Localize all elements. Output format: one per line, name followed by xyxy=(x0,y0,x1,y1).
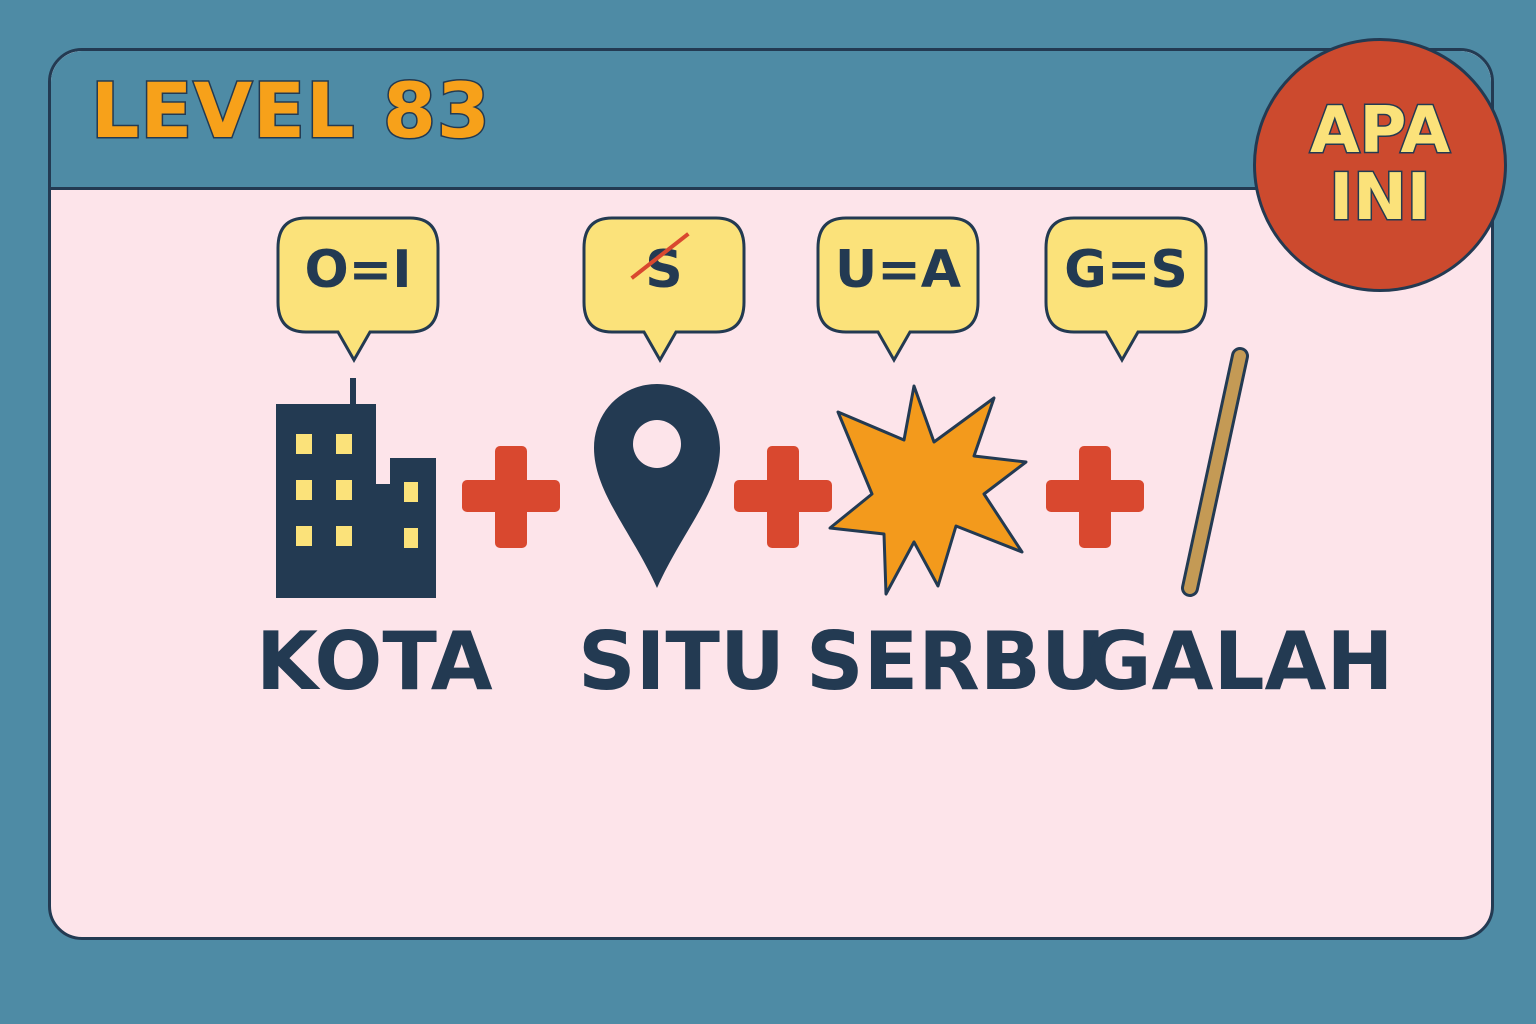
location-pin-icon xyxy=(594,384,720,588)
hint-bubble-1: O=I xyxy=(274,214,442,364)
level-title: LEVEL 83 xyxy=(90,66,492,155)
clue-word-2: SITU xyxy=(578,615,785,708)
clue-word-3: SERBU xyxy=(806,615,1106,708)
plus-icon xyxy=(734,446,832,548)
badge-line-1: APA xyxy=(1308,93,1451,168)
hint-text-3: U=A xyxy=(834,240,962,300)
explosion-icon xyxy=(828,384,1028,596)
clue-word-1: KOTA xyxy=(256,615,493,708)
hint-bubble-4: G=S xyxy=(1042,214,1210,364)
hint-text-1: O=I xyxy=(304,240,412,300)
plus-icon xyxy=(1046,446,1144,548)
building-icon xyxy=(276,378,436,598)
hint-text-4: G=S xyxy=(1064,240,1188,300)
apa-ini-badge[interactable]: APA INI xyxy=(1253,38,1507,292)
badge-line-2: INI xyxy=(1328,161,1432,235)
clue-word-4: GALAH xyxy=(1086,615,1394,708)
hint-bubble-3: U=A xyxy=(814,214,982,364)
hint-bubble-2: S xyxy=(580,214,748,364)
plus-icon xyxy=(462,446,560,548)
pole-icon xyxy=(1181,347,1249,597)
